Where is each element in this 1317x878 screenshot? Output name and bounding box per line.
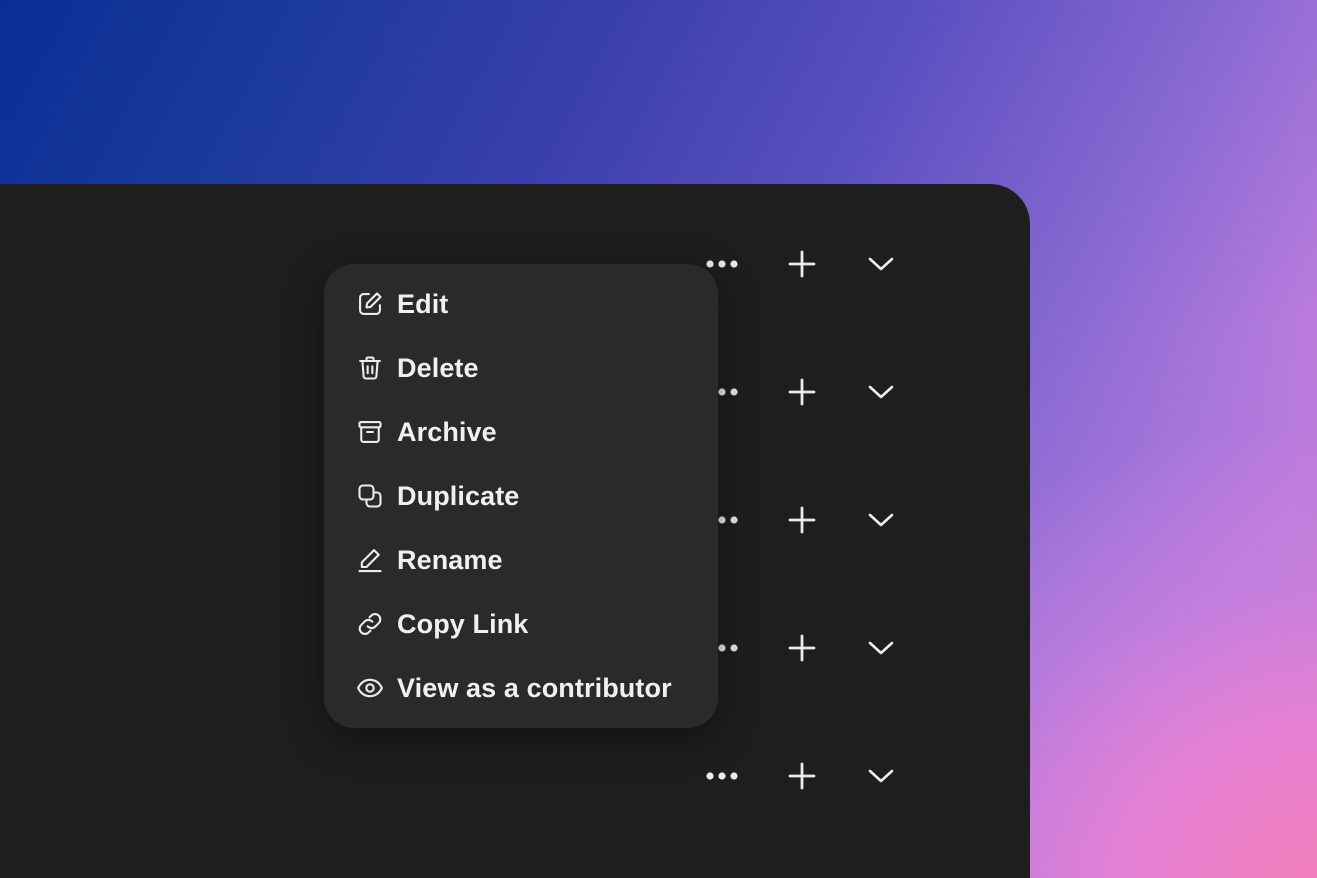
add-button[interactable] xyxy=(780,244,824,284)
menu-item-label: Duplicate xyxy=(397,480,520,511)
more-horizontal-icon xyxy=(706,772,738,780)
menu-item-rename[interactable]: Rename xyxy=(324,528,718,592)
plus-icon xyxy=(788,506,816,534)
add-button[interactable] xyxy=(780,628,824,668)
eye-icon xyxy=(356,674,384,702)
list-row-actions xyxy=(700,372,910,412)
menu-item-label: Edit xyxy=(397,288,449,319)
plus-icon xyxy=(788,378,816,406)
archive-icon xyxy=(356,418,384,446)
add-button[interactable] xyxy=(780,372,824,412)
link-icon xyxy=(356,610,384,638)
expand-button[interactable] xyxy=(859,244,903,284)
plus-icon xyxy=(788,634,816,662)
more-options-button[interactable] xyxy=(700,756,744,796)
expand-button[interactable] xyxy=(859,756,903,796)
menu-item-archive[interactable]: Archive xyxy=(324,400,718,464)
edit-icon xyxy=(356,290,384,318)
chevron-down-icon xyxy=(868,385,894,399)
expand-button[interactable] xyxy=(859,628,903,668)
chevron-down-icon xyxy=(868,641,894,655)
chevron-down-icon xyxy=(868,257,894,271)
trash-icon xyxy=(356,354,384,382)
menu-item-label: Delete xyxy=(397,352,479,383)
add-button[interactable] xyxy=(780,500,824,540)
expand-button[interactable] xyxy=(859,372,903,412)
list-row-actions xyxy=(700,500,910,540)
context-menu: Edit Delete Archive Duplicate Rename Cop… xyxy=(324,264,718,728)
list-row-actions xyxy=(700,628,910,668)
menu-item-delete[interactable]: Delete xyxy=(324,336,718,400)
chevron-down-icon xyxy=(868,513,894,527)
add-button[interactable] xyxy=(780,756,824,796)
menu-item-duplicate[interactable]: Duplicate xyxy=(324,464,718,528)
menu-item-view-as-contributor[interactable]: View as a contributor xyxy=(324,656,718,720)
chevron-down-icon xyxy=(868,769,894,783)
more-horizontal-icon xyxy=(706,260,738,268)
plus-icon xyxy=(788,762,816,790)
list-row-actions xyxy=(700,756,910,796)
pencil-icon xyxy=(356,546,384,574)
menu-item-label: Archive xyxy=(397,416,497,447)
list-row-actions xyxy=(700,244,910,284)
menu-item-copy-link[interactable]: Copy Link xyxy=(324,592,718,656)
menu-item-label: View as a contributor xyxy=(397,672,672,703)
menu-item-label: Copy Link xyxy=(397,608,529,639)
duplicate-icon xyxy=(356,482,384,510)
menu-item-label: Rename xyxy=(397,544,503,575)
expand-button[interactable] xyxy=(859,500,903,540)
menu-item-edit[interactable]: Edit xyxy=(324,272,718,336)
plus-icon xyxy=(788,250,816,278)
